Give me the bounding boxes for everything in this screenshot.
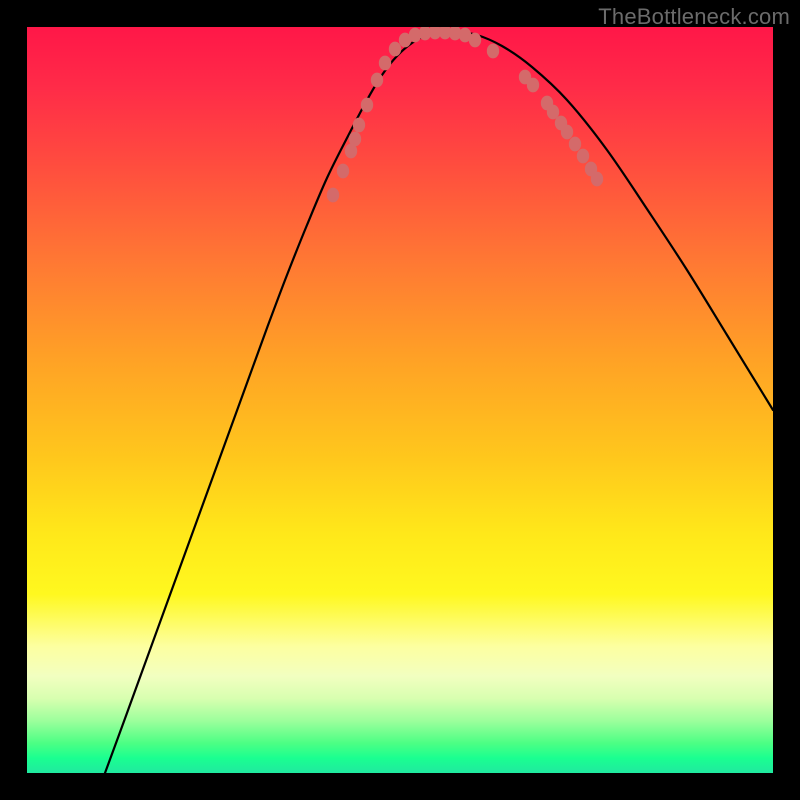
- plot-area: [27, 27, 773, 773]
- curve-marker: [487, 44, 499, 59]
- curve-marker: [577, 149, 589, 164]
- bottleneck-curve: [105, 32, 773, 773]
- curve-marker: [389, 42, 401, 57]
- marker-group: [327, 27, 603, 202]
- curve-marker: [469, 33, 481, 48]
- curve-marker: [349, 132, 361, 147]
- watermark-text: TheBottleneck.com: [598, 4, 790, 30]
- curve-marker: [527, 78, 539, 93]
- curve-marker: [569, 137, 581, 152]
- chart-frame: TheBottleneck.com: [0, 0, 800, 800]
- curve-marker: [361, 98, 373, 113]
- chart-svg: [27, 27, 773, 773]
- curve-marker: [561, 125, 573, 140]
- curve-marker: [337, 164, 349, 179]
- curve-marker: [327, 188, 339, 203]
- curve-marker: [371, 73, 383, 88]
- curve-marker: [353, 118, 365, 133]
- curve-marker: [591, 172, 603, 187]
- curve-marker: [379, 56, 391, 71]
